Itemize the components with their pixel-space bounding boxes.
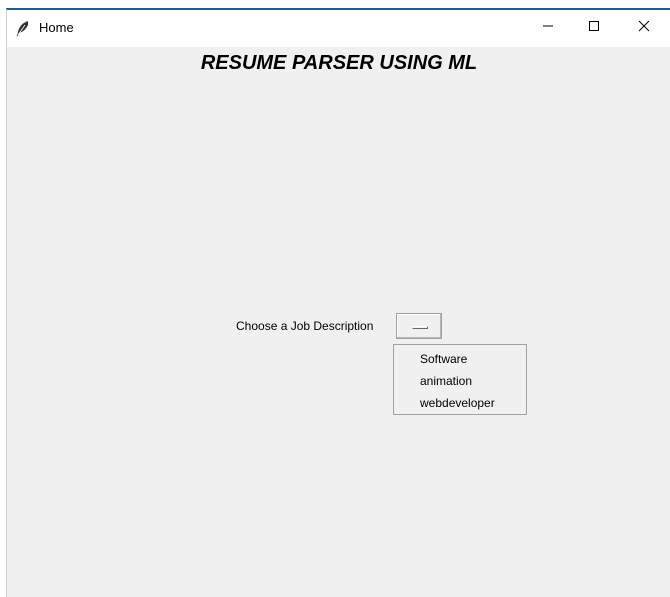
maximize-icon [588,19,600,37]
close-button[interactable] [621,10,667,46]
dropdown-option-animation[interactable]: animation [394,372,526,394]
menu-indicator-icon [412,326,428,329]
minimize-icon [542,19,554,37]
job-description-label: Choose a Job Description [236,319,374,333]
minimize-button[interactable] [525,10,571,46]
maximize-button[interactable] [571,10,617,46]
dropdown-option-software[interactable]: Software [394,350,526,372]
job-description-menubutton[interactable] [396,313,442,339]
feather-icon [16,21,30,37]
window-title: Home [39,20,74,35]
app-window: Home RESUME PARSER USING ML Choose a Job… [6,8,670,597]
job-description-dropdown: Software animation webdeveloper [393,344,527,415]
close-icon [638,19,650,37]
title-bar[interactable]: Home [7,10,670,47]
dropdown-option-webdeveloper[interactable]: webdeveloper [394,394,526,416]
page-title: RESUME PARSER USING ML [200,52,478,74]
